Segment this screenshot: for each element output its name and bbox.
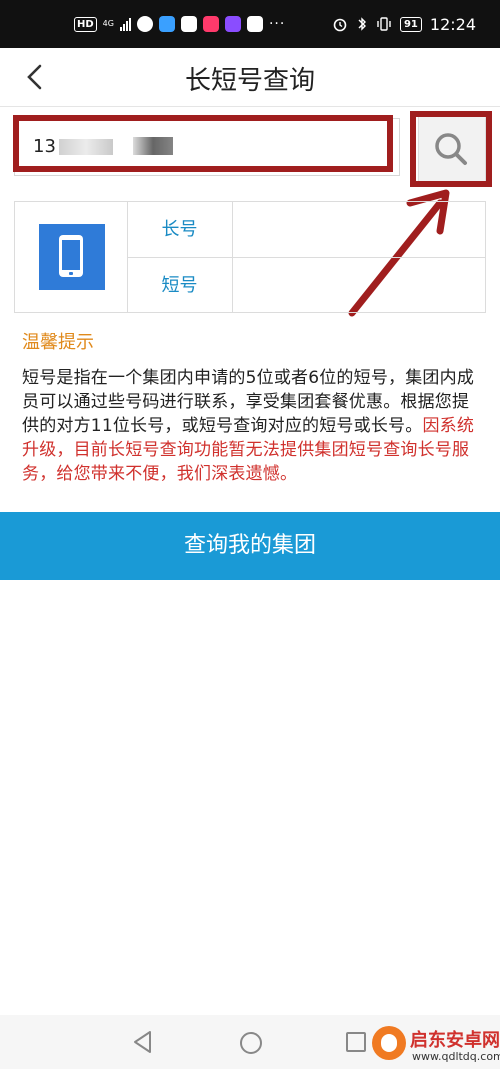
phone-number-value: 13 (33, 136, 56, 157)
query-my-group-button[interactable]: 查询我的集团 (0, 512, 500, 580)
app-notification-icon (180, 16, 197, 32)
app-notification-icon (158, 16, 175, 32)
long-number-label: 长号 (127, 202, 233, 258)
short-number-label: 短号 (127, 258, 233, 313)
status-right-icons: 91 12:24 (332, 14, 476, 34)
more-notifications-icon: ··· (268, 16, 286, 32)
blurred-digits (133, 137, 173, 155)
page-title: 长短号查询 (184, 66, 315, 96)
mobile-phone-icon (39, 224, 105, 290)
bluetooth-icon (358, 17, 366, 31)
network-type: 4G (102, 19, 114, 28)
alarm-icon (333, 18, 347, 32)
app-notification-icon (202, 16, 219, 32)
app-notification-icon (224, 16, 241, 32)
nav-home-icon[interactable] (238, 1030, 264, 1056)
tips-title: 温馨提示 (22, 332, 94, 353)
watermark-name: 启东安卓网 (410, 1030, 500, 1051)
number-result-table: 长号 短号 (14, 201, 486, 313)
phone-number-input[interactable]: 13 (14, 118, 400, 176)
blurred-digits (59, 139, 113, 155)
title-bar: 长短号查询 (0, 48, 500, 107)
short-number-value (233, 258, 485, 313)
battery-indicator: 91 (399, 16, 422, 32)
clock: 12:24 (429, 14, 476, 34)
search-button[interactable] (418, 116, 486, 182)
tips-description: 短号是指在一个集团内申请的5位或者6位的短号，集团内成员可以通过些号码进行联系，… (22, 368, 475, 436)
tips-text: 短号是指在一个集团内申请的5位或者6位的短号，集团内成员可以通过些号码进行联系，… (22, 366, 484, 486)
watermark-url: www.qdltdq.com (412, 1050, 500, 1063)
watermark-logo-icon (372, 1026, 406, 1060)
vibrate-icon (377, 17, 391, 31)
signal-icon (119, 17, 131, 31)
watermark: 启东安卓网 www.qdltdq.com (370, 1022, 500, 1069)
message-app-icon (136, 16, 153, 32)
status-bar: HD 4G ··· 91 12:24 (0, 0, 500, 48)
nav-back-icon[interactable] (130, 1029, 156, 1055)
phone-cell (15, 202, 128, 312)
app-notification-icon (246, 16, 263, 32)
long-number-value (233, 202, 485, 258)
search-icon (435, 133, 467, 165)
nav-recent-icon[interactable] (345, 1031, 367, 1053)
hd-badge: HD (74, 16, 97, 32)
status-left-icons: HD 4G ··· (74, 14, 285, 34)
